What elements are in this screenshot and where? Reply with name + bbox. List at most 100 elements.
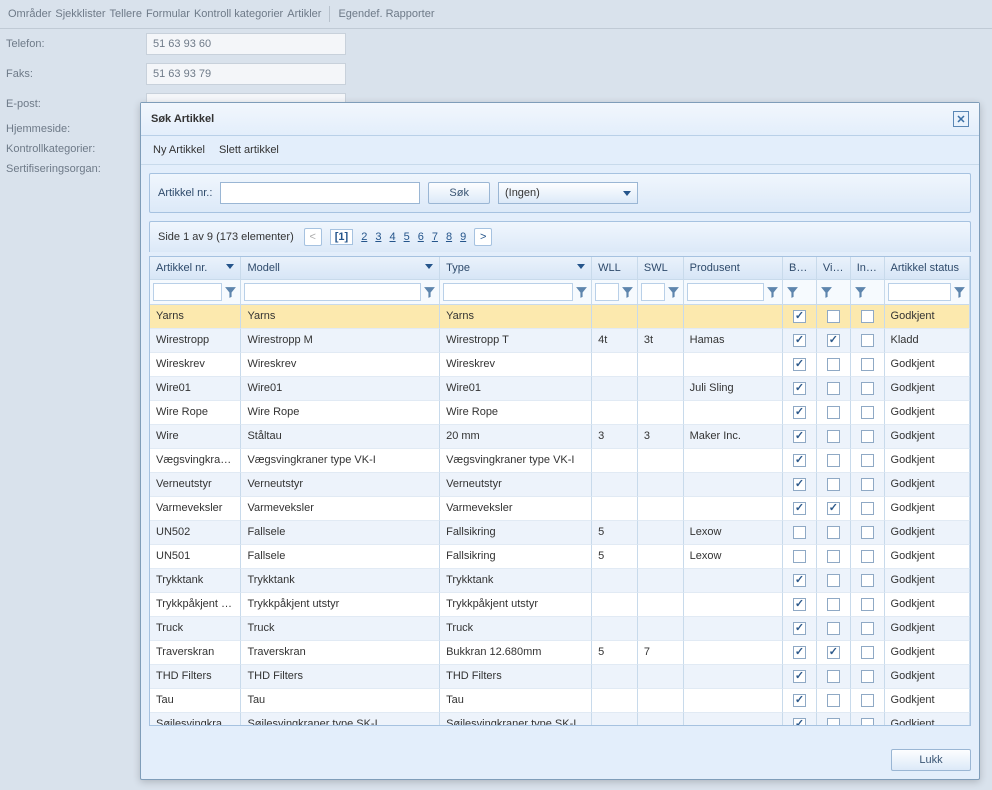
checkbox[interactable] [827, 598, 840, 611]
close-icon[interactable]: ✕ [953, 111, 969, 127]
checkbox[interactable] [861, 382, 874, 395]
table-row[interactable]: WirestroppWirestropp MWirestropp T4t3tHa… [150, 329, 970, 353]
checkbox[interactable] [861, 622, 874, 635]
checkbox[interactable] [793, 454, 806, 467]
table-row[interactable]: TraverskranTraverskranBukkran 12.680mm57… [150, 641, 970, 665]
filter-icon[interactable] [575, 286, 588, 299]
checkbox[interactable] [793, 358, 806, 371]
checkbox[interactable] [793, 334, 806, 347]
table-row[interactable]: TruckTruckTruckGodkjent [150, 617, 970, 641]
filter-icon[interactable] [224, 286, 237, 299]
nav-tellere[interactable]: Tellere [110, 8, 142, 20]
checkbox[interactable] [861, 478, 874, 491]
checkbox[interactable] [861, 358, 874, 371]
checkbox[interactable] [827, 670, 840, 683]
page-2[interactable]: 2 [361, 231, 367, 243]
checkbox[interactable] [793, 502, 806, 515]
col-header[interactable]: Vis på [817, 257, 851, 280]
close-button[interactable]: Lukk [891, 749, 971, 771]
col-header[interactable]: Produsent [684, 257, 783, 280]
checkbox[interactable] [827, 478, 840, 491]
checkbox[interactable] [861, 574, 874, 587]
checkbox[interactable] [827, 574, 840, 587]
filter-input[interactable] [153, 283, 222, 301]
checkbox[interactable] [861, 430, 874, 443]
table-row[interactable]: Wire RopeWire RopeWire RopeGodkjent [150, 401, 970, 425]
search-button[interactable]: Søk [428, 182, 490, 204]
table-row[interactable]: UN501FallseleFallsikring5LexowGodkjent [150, 545, 970, 569]
col-header[interactable]: Artikkel status [885, 257, 970, 280]
page-4[interactable]: 4 [389, 231, 395, 243]
checkbox[interactable] [827, 406, 840, 419]
checkbox[interactable] [793, 694, 806, 707]
checkbox[interactable] [793, 622, 806, 635]
table-row[interactable]: VarmevekslerVarmevekslerVarmevekslerGodk… [150, 497, 970, 521]
page-8[interactable]: 8 [446, 231, 452, 243]
table-row[interactable]: Trykkpåkjent utstyrTrykkpåkjent utstyrTr… [150, 593, 970, 617]
checkbox[interactable] [793, 478, 806, 491]
checkbox[interactable] [827, 502, 840, 515]
checkbox[interactable] [861, 670, 874, 683]
page-prev-button[interactable]: < [304, 228, 322, 246]
checkbox[interactable] [827, 550, 840, 563]
col-header[interactable]: Inakti [851, 257, 885, 280]
filter-input[interactable] [888, 283, 951, 301]
checkbox[interactable] [827, 454, 840, 467]
checkbox[interactable] [861, 502, 874, 515]
checkbox[interactable] [827, 430, 840, 443]
col-header[interactable]: Bruk f [783, 257, 817, 280]
table-row[interactable]: THD FiltersTHD FiltersTHD FiltersGodkjen… [150, 665, 970, 689]
filter-icon[interactable] [820, 286, 833, 299]
checkbox[interactable] [827, 718, 840, 725]
checkbox[interactable] [861, 334, 874, 347]
table-row[interactable]: YarnsYarnsYarnsGodkjent [150, 305, 970, 329]
filter-icon[interactable] [766, 286, 779, 299]
checkbox[interactable] [827, 526, 840, 539]
nav-artikler[interactable]: Artikler [287, 8, 321, 20]
page-5[interactable]: 5 [404, 231, 410, 243]
page-1[interactable]: [1] [330, 229, 353, 245]
filter-dropdown[interactable]: (Ingen) [498, 182, 638, 204]
table-row[interactable]: WireStåltau20 mm33Maker Inc.Godkjent [150, 425, 970, 449]
col-header[interactable]: Type [440, 257, 592, 280]
filter-icon[interactable] [854, 286, 867, 299]
col-header[interactable]: Artikkel nr. [150, 257, 241, 280]
checkbox[interactable] [793, 646, 806, 659]
table-row[interactable]: VerneutstyrVerneutstyrVerneutstyrGodkjen… [150, 473, 970, 497]
checkbox[interactable] [793, 526, 806, 539]
checkbox[interactable] [793, 718, 806, 725]
nav-formular[interactable]: Formular [146, 8, 190, 20]
filter-icon[interactable] [667, 286, 680, 299]
checkbox[interactable] [793, 382, 806, 395]
filter-input[interactable] [244, 283, 421, 301]
checkbox[interactable] [793, 670, 806, 683]
checkbox[interactable] [793, 406, 806, 419]
table-row[interactable]: TauTauTauGodkjent [150, 689, 970, 713]
checkbox[interactable] [827, 334, 840, 347]
filter-input[interactable] [641, 283, 665, 301]
table-row[interactable]: WireskrevWireskrevWireskrevGodkjent [150, 353, 970, 377]
checkbox[interactable] [861, 718, 874, 725]
filter-icon[interactable] [621, 286, 634, 299]
nav-kontroll kategorier[interactable]: Kontroll kategorier [194, 8, 283, 20]
checkbox[interactable] [861, 598, 874, 611]
checkbox[interactable] [793, 550, 806, 563]
nav-sjekklister[interactable]: Sjekklister [55, 8, 105, 20]
filter-icon[interactable] [786, 286, 799, 299]
menu-slett-artikkel[interactable]: Slett artikkel [219, 144, 279, 156]
page-3[interactable]: 3 [375, 231, 381, 243]
table-row[interactable]: TrykktankTrykktankTrykktankGodkjent [150, 569, 970, 593]
col-header[interactable]: WLL [592, 257, 638, 280]
page-6[interactable]: 6 [418, 231, 424, 243]
checkbox[interactable] [861, 406, 874, 419]
col-header[interactable]: SWL [638, 257, 684, 280]
checkbox[interactable] [827, 622, 840, 635]
col-header[interactable]: Modell [241, 257, 440, 280]
table-row[interactable]: UN502FallseleFallsikring5LexowGodkjent [150, 521, 970, 545]
checkbox[interactable] [861, 646, 874, 659]
checkbox[interactable] [861, 310, 874, 323]
table-row[interactable]: Vægsvingkraner t...Vægsvingkraner type V… [150, 449, 970, 473]
checkbox[interactable] [861, 694, 874, 707]
nav-områder[interactable]: Områder [8, 8, 51, 20]
page-9[interactable]: 9 [460, 231, 466, 243]
